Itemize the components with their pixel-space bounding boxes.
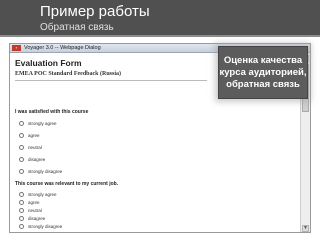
radio-button[interactable]	[19, 132, 24, 138]
option-label: strongly disagree	[28, 168, 63, 174]
radio-button[interactable]	[19, 168, 24, 174]
form-subtitle: EMEA POC Standard Feedback (Russia)	[15, 71, 122, 77]
option-label: agree	[28, 132, 40, 138]
radio-button[interactable]	[19, 223, 24, 229]
option-label: strongly agree	[28, 191, 57, 197]
callout-box: Оценка качества курса аудиторией, обратн…	[218, 46, 308, 99]
divider	[15, 80, 207, 81]
slide-header: Пример работы Обратная связь	[0, 0, 320, 37]
q1-option-disagree[interactable]: disagree	[19, 156, 45, 162]
option-label: disagree	[28, 156, 46, 162]
q1-option-strongly-agree[interactable]: strongly agree	[19, 120, 57, 126]
app-icon: ▪	[12, 45, 21, 51]
form-title: Evaluation Form	[15, 58, 82, 68]
radio-button[interactable]	[19, 207, 24, 213]
option-label: strongly agree	[28, 120, 57, 126]
q1-option-agree[interactable]: agree	[19, 132, 40, 138]
window-title: Voyager 3.0 -- Webpage Dialog	[24, 45, 101, 51]
option-label: neutral	[28, 144, 42, 150]
question-2-text: This course was relevant to my current j…	[15, 181, 119, 187]
q2-option-strongly-disagree[interactable]: strongly disagree	[19, 223, 62, 229]
scroll-down-arrow-icon[interactable]: ▼	[302, 225, 309, 232]
q1-option-strongly-disagree[interactable]: strongly disagree	[19, 168, 62, 174]
radio-button[interactable]	[19, 215, 24, 221]
radio-button[interactable]	[19, 144, 24, 150]
slide-subtitle: Обратная связь	[40, 22, 114, 33]
radio-button[interactable]	[19, 120, 24, 126]
q1-option-neutral[interactable]: neutral	[19, 144, 42, 150]
q2-option-agree[interactable]: agree	[19, 199, 40, 205]
question-1-text: I was satisfied with this course	[15, 109, 89, 115]
q2-option-strongly-agree[interactable]: strongly agree	[19, 191, 57, 197]
q2-option-neutral[interactable]: neutral	[19, 207, 42, 213]
slide-title: Пример работы	[40, 3, 150, 20]
radio-button[interactable]	[19, 156, 24, 162]
q2-option-disagree[interactable]: disagree	[19, 215, 45, 221]
option-label: strongly disagree	[28, 223, 63, 229]
option-label: agree	[28, 199, 40, 205]
callout-text: Оценка качества курса аудиторией, обратн…	[219, 54, 307, 90]
radio-button[interactable]	[19, 199, 24, 205]
option-label: neutral	[28, 207, 42, 213]
option-label: disagree	[28, 215, 46, 221]
radio-button[interactable]	[19, 191, 24, 197]
